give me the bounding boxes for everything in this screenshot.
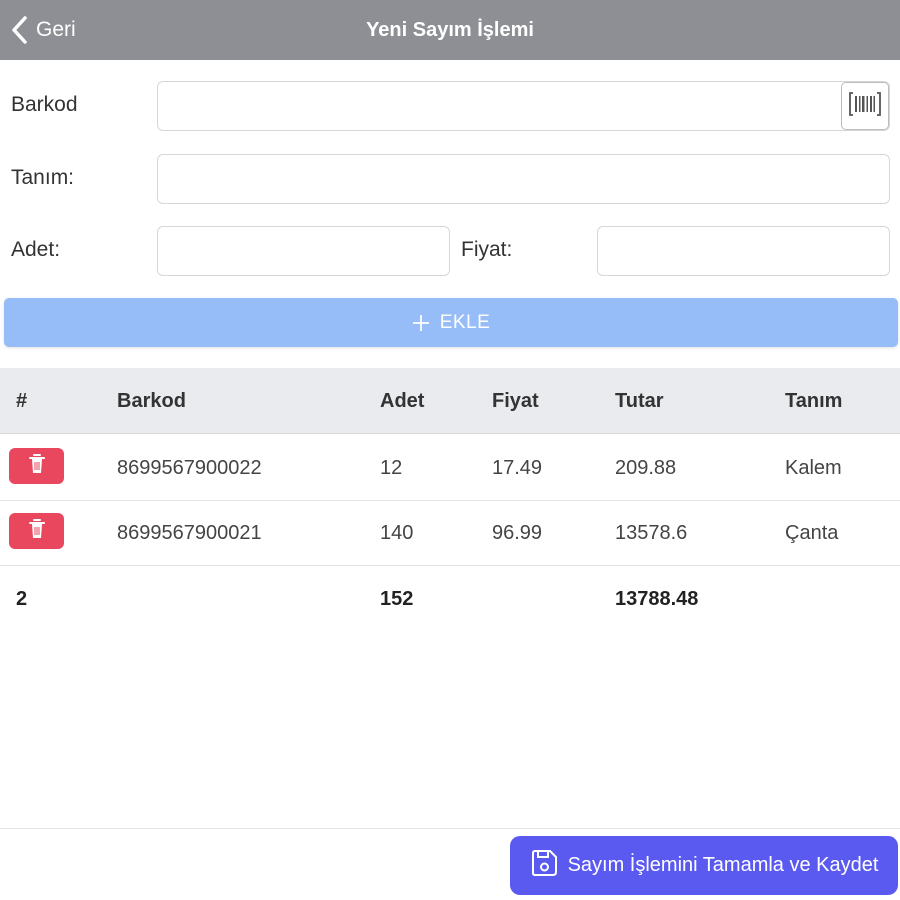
back-button[interactable]: Geri xyxy=(10,12,76,48)
plus-icon xyxy=(412,310,430,336)
page-title: Yeni Sayım İşlemi xyxy=(366,19,534,41)
barkod-label: Barkod xyxy=(11,93,78,116)
barkod-input[interactable] xyxy=(157,81,890,131)
cell-fiyat: 96.99 xyxy=(492,522,543,544)
table-row: 8699567900021 140 96.99 13578.6 Çanta xyxy=(0,500,900,566)
delete-row-button[interactable] xyxy=(9,513,64,549)
tanim-label: Tanım: xyxy=(11,166,75,189)
column-header-barkod: Barkod xyxy=(117,390,186,412)
table-header: # Barkod Adet Fiyat Tutar Tanım xyxy=(0,368,900,434)
cell-barkod: 8699567900022 xyxy=(117,457,262,479)
add-button[interactable]: EKLE xyxy=(4,298,898,347)
cell-tutar: 209.88 xyxy=(615,457,677,479)
cell-barkod: 8699567900021 xyxy=(117,522,262,544)
save-button-label: Sayım İşlemini Tamamla ve Kaydet xyxy=(567,854,879,876)
chevron-left-icon xyxy=(10,12,36,48)
save-icon xyxy=(530,849,558,882)
barcode-scan-button[interactable] xyxy=(841,82,889,130)
trash-icon xyxy=(28,518,45,544)
footer-total-tutar: 13788.48 xyxy=(615,588,699,610)
fiyat-label: Fiyat: xyxy=(461,238,513,261)
column-header-index: # xyxy=(16,390,28,412)
column-header-tanim: Tanım xyxy=(785,390,843,412)
table-footer: 2 152 13788.48 xyxy=(0,566,900,632)
fiyat-input[interactable] xyxy=(597,226,890,276)
complete-and-save-button[interactable]: Sayım İşlemini Tamamla ve Kaydet xyxy=(510,836,898,895)
footer-total-adet: 152 xyxy=(380,588,414,610)
add-button-label: EKLE xyxy=(439,311,491,333)
column-header-adet: Adet xyxy=(380,390,425,412)
cell-adet: 140 xyxy=(380,522,414,544)
top-navbar: Yeni Sayım İşlemi Geri xyxy=(0,0,900,60)
cell-adet: 12 xyxy=(380,457,403,479)
column-header-fiyat: Fiyat xyxy=(492,390,539,412)
tanim-input[interactable] xyxy=(157,154,890,204)
adet-input[interactable] xyxy=(157,226,450,276)
column-header-tutar: Tutar xyxy=(615,390,664,412)
cell-tanim: Çanta xyxy=(785,522,839,544)
cell-fiyat: 17.49 xyxy=(492,457,543,479)
trash-icon xyxy=(28,453,45,479)
bottom-divider xyxy=(0,828,900,829)
table-row: 8699567900022 12 17.49 209.88 Kalem xyxy=(0,435,900,501)
back-label: Geri xyxy=(36,18,76,41)
cell-tutar: 13578.6 xyxy=(615,522,688,544)
adet-label: Adet: xyxy=(11,238,61,261)
cell-tanim: Kalem xyxy=(785,457,842,479)
barcode-scan-icon xyxy=(849,91,881,122)
footer-count: 2 xyxy=(16,588,28,610)
delete-row-button[interactable] xyxy=(9,448,64,484)
